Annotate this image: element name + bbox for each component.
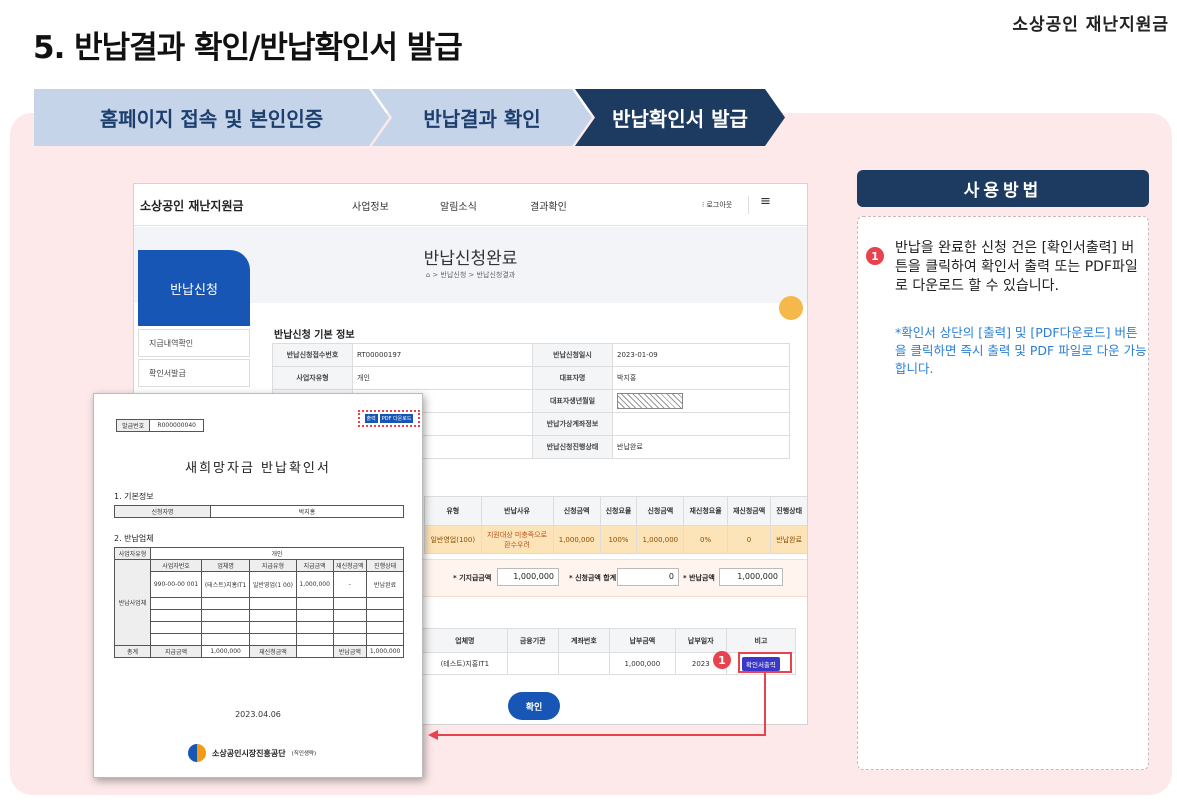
arrow-connector — [428, 673, 766, 740]
